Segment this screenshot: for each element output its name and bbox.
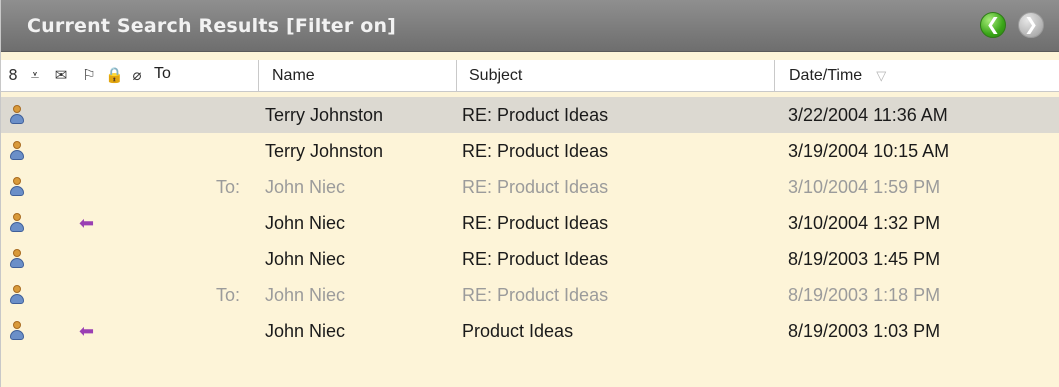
row-datetime: 3/10/2004 1:32 PM	[788, 213, 941, 233]
column-header-name-label: Name	[272, 66, 315, 84]
row-name: Terry Johnston	[265, 141, 384, 161]
forward-button[interactable]: ❯	[1018, 12, 1044, 38]
row-subject: Product Ideas	[462, 321, 574, 341]
contact-person-icon	[10, 141, 24, 161]
column-header-subject-label: Subject	[469, 66, 523, 84]
row-name: John Niec	[265, 249, 346, 269]
replied-arrow-icon: ⬅	[79, 213, 95, 233]
table-row[interactable]: To: John Niec RE: Product Ideas 8/19/2003 1…	[1, 277, 1059, 313]
contact-person-icon	[10, 213, 24, 233]
table-row[interactable]: ⬅ John Niec RE: Product Ideas 3/10/2004 1:3…	[1, 205, 1059, 241]
column-header: 8 ⩡ ✉ ⚐ 🔒 ⌀ To Name Subject Date/Time ▽	[1, 60, 1059, 92]
contact-person-icon	[10, 177, 24, 197]
arrow-right-icon: ❯	[1023, 14, 1039, 35]
column-header-subject[interactable]: Subject	[457, 60, 775, 91]
row-name: John Niec	[265, 213, 346, 233]
row-subject: RE: Product Ideas	[462, 285, 609, 305]
table-row[interactable]: To: John Niec RE: Product Ideas 3/10/2004 1…	[1, 169, 1059, 205]
title-bar: Current Search Results [Filter on] ❮ ❯	[1, 0, 1059, 52]
column-header-name[interactable]: Name	[259, 60, 457, 91]
row-datetime: 3/19/2004 10:15 AM	[788, 141, 950, 161]
column-header-to[interactable]: To	[154, 65, 171, 83]
search-results-panel: Current Search Results [Filter on] ❮ ❯ 8…	[0, 0, 1059, 387]
arrow-left-icon: ❮	[985, 14, 1001, 35]
sort-descending-icon: ▽	[876, 67, 887, 83]
row-name: John Niec	[265, 321, 346, 341]
row-to: To:	[216, 177, 241, 197]
column-header-datetime[interactable]: Date/Time ▽	[775, 60, 1059, 91]
row-subject: RE: Product Ideas	[462, 177, 609, 197]
table-row[interactable]: John Niec RE: Product Ideas 8/19/2003 1:45…	[1, 241, 1059, 277]
back-button[interactable]: ❮	[980, 12, 1006, 38]
row-datetime: 3/10/2004 1:59 PM	[788, 177, 941, 197]
row-subject: RE: Product Ideas	[462, 249, 609, 269]
column-header-datetime-label: Date/Time	[789, 66, 863, 84]
row-datetime: 3/22/2004 11:36 AM	[788, 105, 948, 125]
icons-column-group: To	[1, 60, 259, 91]
row-name: John Niec	[265, 177, 346, 197]
table-row[interactable]: Terry Johnston RE: Product Ideas 3/19/2004…	[1, 133, 1059, 169]
contact-person-icon	[10, 321, 24, 341]
table-row[interactable]: ⬅ John Niec Product Ideas 8/19/2003 1:03 PM	[1, 313, 1059, 349]
row-datetime: 8/19/2003 1:45 PM	[788, 249, 941, 269]
row-datetime: 8/19/2003 1:18 PM	[788, 285, 941, 305]
panel-title: Current Search Results [Filter on]	[27, 15, 397, 37]
row-subject: RE: Product Ideas	[462, 213, 609, 233]
contact-person-icon	[10, 285, 24, 305]
replied-arrow-icon: ⬅	[79, 321, 95, 341]
row-name: Terry Johnston	[265, 105, 384, 125]
row-subject: RE: Product Ideas	[462, 141, 609, 161]
row-subject: RE: Product Ideas	[462, 105, 609, 125]
row-datetime: 8/19/2003 1:03 PM	[788, 321, 941, 341]
row-to: To:	[216, 285, 241, 305]
contact-person-icon	[10, 105, 24, 125]
contact-person-icon	[10, 249, 24, 269]
row-name: John Niec	[265, 285, 346, 305]
table-row[interactable]: Terry Johnston RE: Product Ideas 3/22/2004…	[1, 97, 1059, 133]
